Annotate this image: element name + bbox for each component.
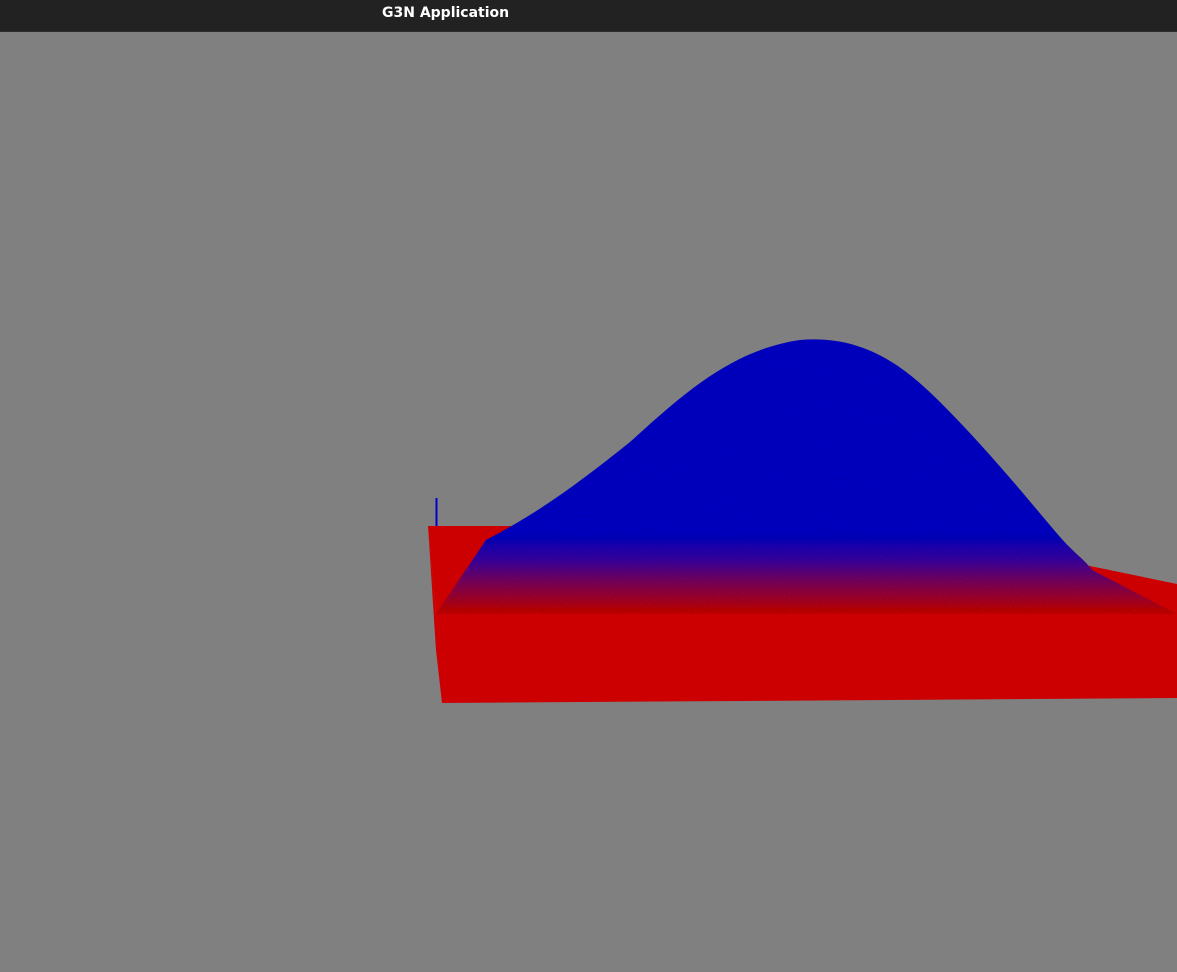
3d-viewport[interactable] — [0, 32, 1177, 972]
title-bar[interactable]: G3N Application — [0, 0, 1177, 32]
window-title: G3N Application — [382, 5, 510, 21]
app-window: G3N Application — [0, 0, 1177, 972]
scene-canvas[interactable] — [0, 32, 1177, 972]
